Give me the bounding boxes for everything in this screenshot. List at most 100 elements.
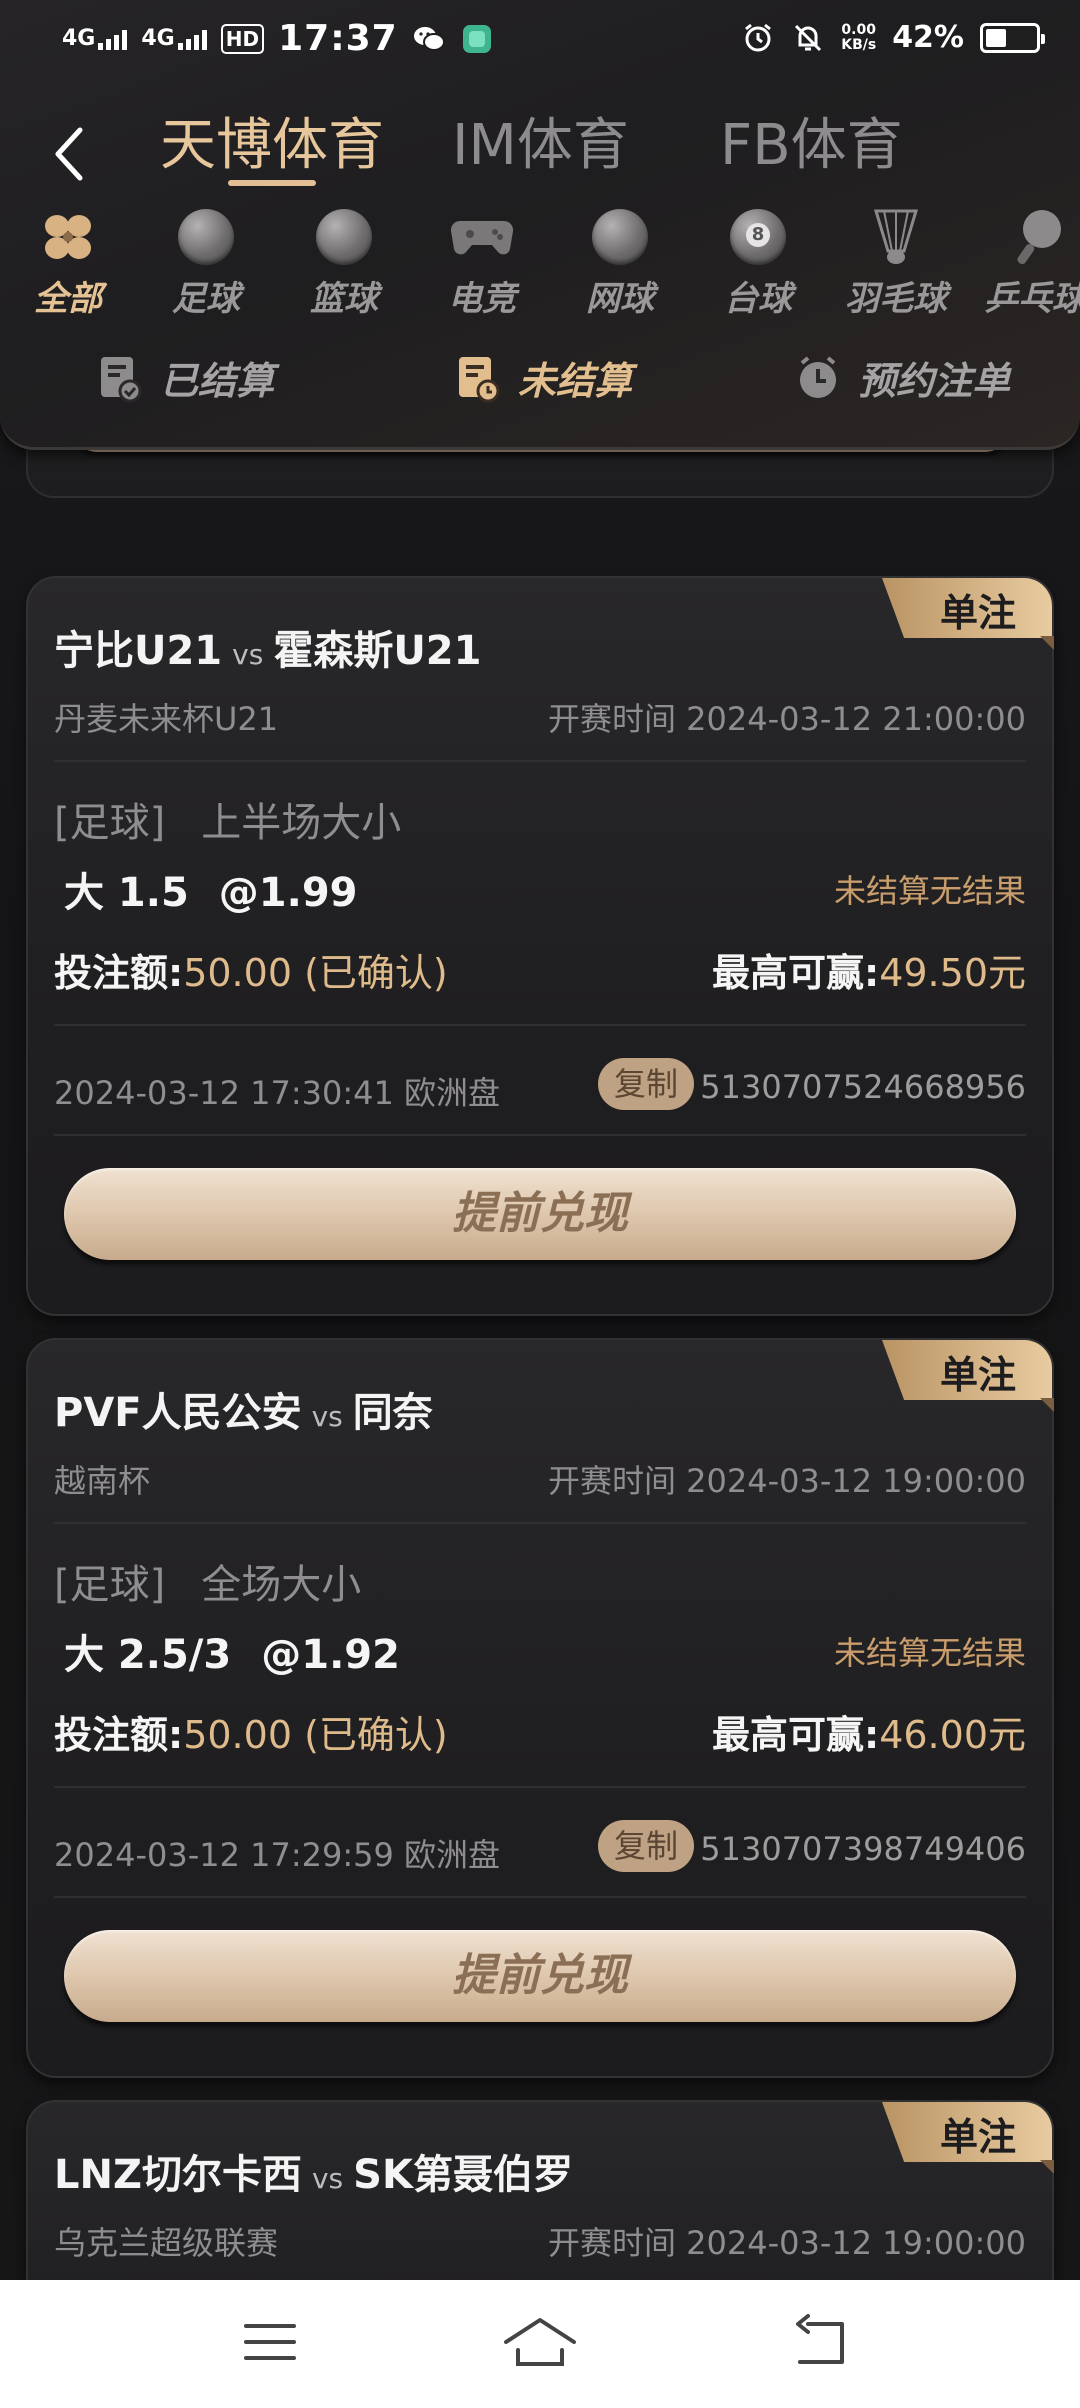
wechat-icon — [413, 26, 445, 51]
tab-scheduled-bets[interactable]: 预约注单 — [796, 350, 1010, 405]
sport-badminton[interactable]: 羽毛球 — [836, 205, 956, 325]
bet-result: 未结算无结果 — [833, 872, 1026, 910]
match-teams: PVF人民公安 vs 同奈 — [54, 1380, 433, 1438]
status-tabs: 已结算 未结算 预约注单 — [0, 340, 1080, 420]
bet-type-badge: 单注 — [882, 2102, 1052, 2162]
match-teams: LNZ切尔卡西 vs SK第聂伯罗 — [54, 2142, 573, 2200]
order-id: 5130707398749406 — [700, 1830, 1026, 1868]
cashout-button[interactable] — [68, 450, 1014, 452]
bet-time: 2024-03-12 17:30:41 欧洲盘 — [54, 1074, 501, 1112]
divider — [54, 1134, 1026, 1136]
stake-value: 50.00 (已确认) — [183, 1713, 448, 1757]
sport-tag: [足球] — [54, 1562, 166, 1608]
home-icon[interactable] — [500, 2312, 580, 2372]
sport-label: 网球 — [586, 279, 654, 319]
signal-bars-icon — [177, 28, 207, 50]
max-win-label: 最高可赢: — [712, 951, 880, 995]
bet-card: 单注 宁比U21 vs 霍森斯U21 丹麦未来杯U21 开赛时间 2024-03-1… — [26, 576, 1054, 1316]
sport-label: 足球 — [172, 279, 240, 319]
sport-table-tennis[interactable]: 乒乓球 — [974, 205, 1080, 325]
divider — [54, 1786, 1026, 1788]
provider-tabs: 天博体育 IM体育 FB体育 — [0, 90, 1080, 190]
selection: 大 1.5 — [64, 870, 189, 916]
league-name: 丹麦未来杯U21 — [54, 700, 279, 738]
bet-selection: 大 2.5/3 @1.92 — [64, 1622, 400, 1680]
sport-all[interactable]: 全部 — [8, 205, 128, 325]
stake-label: 投注额: — [54, 1713, 184, 1757]
sport-esports[interactable]: 电竞 — [422, 205, 542, 325]
match-start-time: 开赛时间 2024-03-12 19:00:00 — [547, 2224, 1026, 2262]
tab-settled[interactable]: 已结算 — [98, 350, 274, 405]
divider — [54, 1024, 1026, 1026]
mute-bell-icon — [795, 24, 822, 51]
sport-basketball[interactable]: 篮球 — [284, 205, 404, 325]
home-team: PVF人民公安 — [54, 1390, 302, 1436]
sport-label: 篮球 — [310, 279, 378, 319]
max-win-label: 最高可赢: — [712, 1713, 880, 1757]
signal-1: 4G — [62, 27, 128, 50]
tab-fb[interactable]: FB体育 — [720, 100, 903, 181]
settled-icon — [101, 356, 142, 402]
billiard-number: 8 — [746, 223, 770, 247]
max-win: 最高可赢:49.50元 — [712, 942, 1026, 997]
sport-billiards[interactable]: 8 台球 — [698, 205, 818, 325]
vs-label: vs — [311, 1400, 343, 1433]
menu-icon[interactable] — [240, 2312, 300, 2372]
battery-icon — [980, 22, 1045, 53]
sport-tennis[interactable]: 网球 — [560, 205, 680, 325]
bet-market: [足球] 上半场大小 — [54, 790, 401, 848]
stake: 投注额:50.00 (已确认) — [54, 1704, 448, 1759]
copy-button[interactable]: 复制 — [598, 1820, 694, 1872]
header: 4G 4G HD 17:37 0.00 KB/s 42% 天博体育 IM体育 F… — [0, 0, 1080, 450]
bet-result: 未结算无结果 — [833, 1634, 1026, 1672]
stake: 投注额:50.00 (已确认) — [54, 942, 448, 997]
sport-label: 电竞 — [448, 279, 516, 319]
market-name: 全场大小 — [201, 1562, 362, 1608]
grid-icon — [45, 215, 91, 259]
tab-label: 预约注单 — [858, 359, 1011, 403]
copy-button[interactable]: 复制 — [598, 1058, 694, 1110]
active-tab-indicator — [228, 180, 316, 186]
hd-voice-badge: HD — [220, 23, 265, 54]
home-team: 宁比U21 — [54, 628, 223, 674]
bet-card: 单注 PVF人民公安 vs 同奈 越南杯 开赛时间 2024-03-12 19:00… — [26, 1338, 1054, 2078]
clock-icon — [800, 355, 836, 398]
bet-type-badge: 单注 — [882, 578, 1052, 638]
stake-label: 投注额: — [54, 951, 184, 995]
unsettled-icon — [459, 356, 500, 402]
gamepad-icon — [450, 220, 514, 255]
match-teams: 宁比U21 vs 霍森斯U21 — [54, 618, 481, 676]
selection: 大 2.5/3 — [64, 1632, 232, 1678]
bet-card: 单注 LNZ切尔卡西 vs SK第聂伯罗 乌克兰超级联赛 开赛时间 2024-03-… — [26, 2100, 1054, 2280]
tab-label: 已结算 — [160, 359, 275, 403]
divider — [54, 760, 1026, 762]
match-start-time: 开赛时间 2024-03-12 19:00:00 — [547, 1462, 1026, 1500]
ping-pong-icon — [1017, 210, 1061, 265]
away-team: SK第聂伯罗 — [353, 2152, 573, 2198]
market-name: 上半场大小 — [201, 800, 402, 846]
tennis-ball-icon — [592, 209, 648, 265]
home-team: LNZ切尔卡西 — [54, 2152, 302, 2198]
back-nav-icon[interactable] — [790, 2312, 850, 2372]
soccer-ball-icon — [178, 209, 234, 265]
app-root: 4G 4G HD 17:37 0.00 KB/s 42% 天博体育 IM体育 F… — [0, 0, 1080, 2408]
sport-label: 全部 — [34, 279, 102, 319]
cashout-button[interactable]: 提前兑现 — [64, 1168, 1016, 1260]
sport-filter-bar: 全部 足球 篮球 电竞 网球 8 台球 羽毛球 乒乓球 — [0, 205, 1080, 325]
tab-im[interactable]: IM体育 — [452, 100, 629, 181]
tab-tianbo[interactable]: 天博体育 — [160, 100, 384, 181]
cashout-button[interactable]: 提前兑现 — [64, 1930, 1016, 2022]
away-team: 霍森斯U21 — [273, 628, 482, 674]
odds: @1.92 — [261, 1632, 400, 1678]
max-win: 最高可赢:46.00元 — [712, 1704, 1026, 1759]
bet-type-badge: 单注 — [882, 1340, 1052, 1400]
basketball-icon — [316, 209, 372, 265]
bet-list[interactable]: 单注 宁比U21 vs 霍森斯U21 丹麦未来杯U21 开赛时间 2024-03-1… — [0, 450, 1080, 2280]
sport-soccer[interactable]: 足球 — [146, 205, 266, 325]
league-name: 乌克兰超级联赛 — [54, 2224, 279, 2262]
battery-percent: 42% — [892, 20, 964, 55]
max-win-value: 49.50元 — [879, 951, 1026, 995]
tab-unsettled[interactable]: 未结算 — [456, 350, 632, 405]
previous-bet-card — [26, 450, 1054, 498]
bet-selection: 大 1.5 @1.99 — [64, 860, 358, 918]
